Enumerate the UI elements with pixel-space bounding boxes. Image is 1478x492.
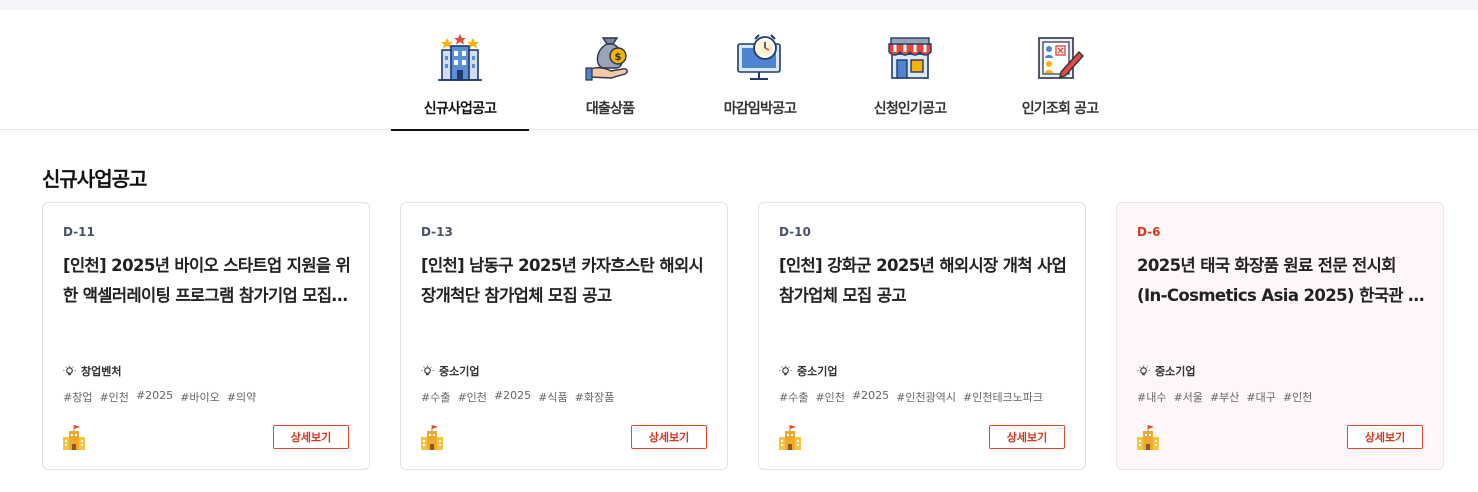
hashtag[interactable]: #인천테크노파크: [963, 389, 1043, 405]
hashtag[interactable]: #창업: [63, 389, 92, 405]
category-text: 중소기업: [797, 365, 838, 378]
category-tab-bar: 신규사업공고 $ 대출상품 마감임박공고 신청인기공고 인기조회 공고: [0, 10, 1478, 131]
category-label: 창업벤처: [63, 363, 121, 379]
announcement-card[interactable]: D-10 [인천] 강화군 2025년 해외시장 개척 사업 참가업체 모집 공…: [758, 202, 1086, 470]
card-title[interactable]: [인천] 강화군 2025년 해외시장 개척 사업 참가업체 모집 공고: [779, 251, 1069, 311]
tag-list: #수출 #인천 #2025 #식품 #화장품: [421, 389, 621, 405]
hashtag[interactable]: #서울: [1173, 389, 1202, 405]
card-title[interactable]: [인천] 남동구 2025년 카자흐스탄 해외시장개척단 참가업체 모집 공고: [421, 251, 711, 311]
category-label: 중소기업: [421, 363, 479, 379]
alarm-clock-icon: [737, 34, 781, 80]
tag-list: #수출 #인천 #2025 #인천광역시 #인천테크노파크: [779, 389, 1050, 405]
announcement-card[interactable]: D-11 [인천] 2025년 바이오 스타트업 지원을 위한 액셀러레이팅 프…: [42, 202, 370, 470]
office-building-icon: [63, 425, 85, 450]
hashtag[interactable]: #대구: [1246, 389, 1275, 405]
tab-label: 인기조회 공고: [1021, 101, 1099, 117]
lightbulb-icon: [779, 364, 792, 375]
tab-deadline-soon[interactable]: 마감임박공고: [691, 10, 829, 130]
tag-list: #내수 #서울 #부산 #대구 #인천: [1137, 389, 1319, 405]
detail-button[interactable]: 상세보기: [273, 425, 349, 449]
hashtag[interactable]: #인천: [1283, 389, 1312, 405]
hashtag[interactable]: #수출: [421, 389, 450, 405]
hashtag[interactable]: #바이오: [180, 389, 220, 405]
hashtag[interactable]: #인천광역시: [896, 389, 956, 405]
hashtag[interactable]: #수출: [779, 389, 808, 405]
category-text: 창업벤처: [81, 365, 122, 378]
tab-label: 마감임박공고: [723, 101, 797, 117]
dday-badge: D-10: [779, 225, 811, 239]
announcement-card[interactable]: D-13 [인천] 남동구 2025년 카자흐스탄 해외시장개척단 참가업체 모…: [400, 202, 728, 470]
tab-popular-views[interactable]: 인기조회 공고: [991, 10, 1129, 130]
svg-text:$: $: [615, 52, 622, 63]
category-text: 중소기업: [1155, 365, 1196, 378]
top-strip: [0, 0, 1478, 10]
hashtag[interactable]: #부산: [1210, 389, 1239, 405]
dday-badge: D-6: [1137, 225, 1161, 239]
lightbulb-icon: [421, 364, 434, 375]
dday-badge: D-11: [63, 225, 95, 239]
card-title[interactable]: 2025년 태국 화장품 원료 전문 전시회 (In-Cosmetics Asi…: [1137, 251, 1427, 311]
tab-new-business[interactable]: 신규사업공고: [391, 10, 529, 131]
hashtag[interactable]: #식품: [538, 389, 567, 405]
hashtag[interactable]: #의약: [227, 389, 256, 405]
hashtag[interactable]: #인천: [99, 389, 128, 405]
dday-badge: D-13: [421, 225, 453, 239]
hashtag[interactable]: #화장품: [575, 389, 615, 405]
tag-list: #창업 #인천 #2025 #바이오 #의약: [63, 389, 263, 405]
section-title: 신규사업공고: [42, 167, 147, 191]
hashtag[interactable]: #인천: [815, 389, 844, 405]
category-label: 중소기업: [1137, 363, 1195, 379]
office-building-icon: [779, 425, 801, 450]
store-icon: [888, 37, 932, 79]
office-building-icon: [421, 425, 443, 450]
category-label: 중소기업: [779, 363, 837, 379]
hashtag[interactable]: #내수: [1137, 389, 1166, 405]
tab-label: 신규사업공고: [423, 101, 497, 117]
announcement-card-list: D-11 [인천] 2025년 바이오 스타트업 지원을 위한 액셀러레이팅 프…: [42, 202, 1474, 470]
tab-label: 대출상품: [585, 101, 635, 117]
hashtag[interactable]: #2025: [852, 389, 889, 405]
tab-label: 신청인기공고: [873, 101, 947, 117]
tab-loan-products[interactable]: $ 대출상품: [541, 10, 679, 130]
hashtag[interactable]: #인천: [457, 389, 486, 405]
lightbulb-icon: [1137, 364, 1150, 375]
hashtag[interactable]: #2025: [136, 389, 173, 405]
detail-button[interactable]: 상세보기: [631, 425, 707, 449]
category-text: 중소기업: [439, 365, 480, 378]
announcement-card-urgent[interactable]: D-6 2025년 태국 화장품 원료 전문 전시회 (In-Cosmetics…: [1116, 202, 1444, 470]
detail-button[interactable]: 상세보기: [1347, 425, 1423, 449]
card-title[interactable]: [인천] 2025년 바이오 스타트업 지원을 위한 액셀러레이팅 프로그램 참…: [63, 251, 353, 311]
hashtag[interactable]: #2025: [494, 389, 531, 405]
detail-button[interactable]: 상세보기: [989, 425, 1065, 449]
tab-popular-apply[interactable]: 신청인기공고: [841, 10, 979, 130]
office-building-icon: [1137, 425, 1159, 450]
document-edit-icon: [1038, 37, 1084, 79]
building-icon: [438, 34, 482, 81]
tab-list: 신규사업공고 $ 대출상품 마감임박공고 신청인기공고 인기조회 공고: [391, 10, 1141, 131]
money-bag-icon: $: [585, 37, 628, 81]
lightbulb-icon: [63, 364, 76, 375]
